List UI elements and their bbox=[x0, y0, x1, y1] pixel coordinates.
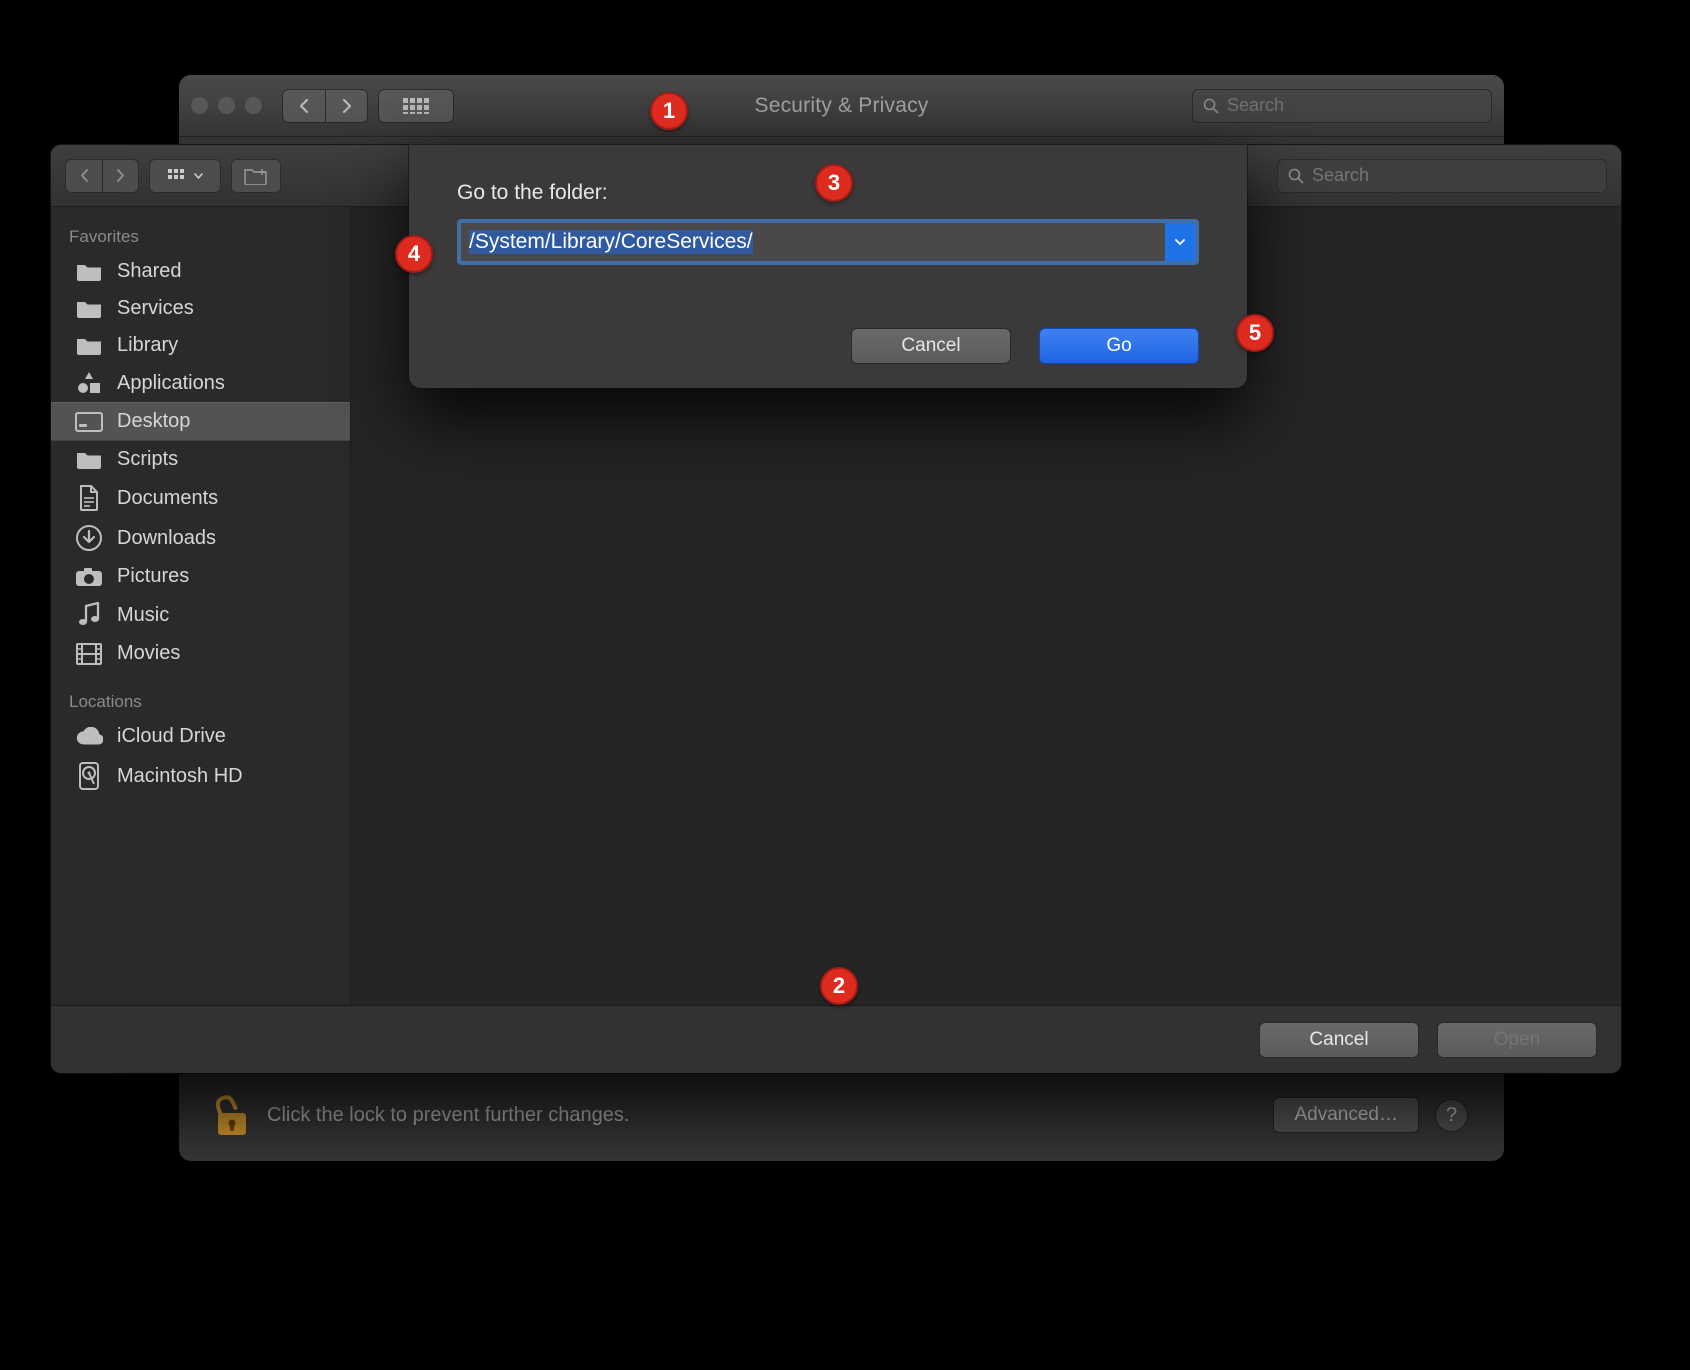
minimize-window-icon[interactable] bbox=[218, 97, 235, 114]
finder-nav-back-forward[interactable] bbox=[65, 159, 139, 193]
film-icon bbox=[75, 643, 103, 665]
music-icon bbox=[75, 602, 103, 628]
sidebar-item-label: Documents bbox=[117, 487, 218, 510]
new-folder-button[interactable] bbox=[231, 159, 281, 193]
nav-forward-button[interactable] bbox=[325, 90, 367, 122]
grid-icon bbox=[402, 97, 430, 115]
chevron-down-icon bbox=[194, 172, 203, 180]
view-mode-button[interactable] bbox=[149, 159, 221, 193]
search-icon bbox=[1288, 168, 1304, 184]
advanced-button[interactable]: Advanced… bbox=[1273, 1097, 1419, 1133]
finder-search-field[interactable] bbox=[1277, 159, 1607, 193]
finder-search-input[interactable] bbox=[1312, 165, 1596, 186]
new-folder-icon bbox=[244, 167, 268, 185]
go-to-folder-history-button[interactable] bbox=[1165, 223, 1195, 261]
nav-back-button[interactable] bbox=[283, 90, 325, 122]
finder-footer: Cancel Open bbox=[51, 1005, 1621, 1073]
annotation-badge-4: 4 bbox=[395, 235, 433, 273]
folder-icon bbox=[75, 299, 103, 319]
sidebar-item-documents[interactable]: Documents bbox=[51, 478, 350, 518]
sidebar-item-applications[interactable]: Applications bbox=[51, 364, 350, 402]
doc-icon bbox=[75, 485, 103, 511]
close-window-icon[interactable] bbox=[191, 97, 208, 114]
search-input[interactable] bbox=[1227, 95, 1481, 116]
go-to-folder-go-button[interactable]: Go bbox=[1039, 328, 1199, 364]
chevron-left-icon bbox=[298, 98, 310, 114]
annotation-badge-3: 3 bbox=[815, 164, 853, 202]
sidebar-item-scripts[interactable]: Scripts bbox=[51, 441, 350, 478]
security-privacy-footer: Click the lock to prevent further change… bbox=[179, 1069, 1504, 1161]
folder-icon bbox=[75, 450, 103, 470]
finder-open-button[interactable]: Open bbox=[1437, 1022, 1597, 1058]
hdd-icon bbox=[75, 762, 103, 790]
lock-caption: Click the lock to prevent further change… bbox=[267, 1104, 629, 1127]
apps-icon bbox=[75, 371, 103, 395]
chevron-right-icon bbox=[115, 168, 126, 183]
finder-forward-button[interactable] bbox=[102, 160, 138, 192]
sidebar-item-services[interactable]: Services bbox=[51, 290, 350, 327]
finder-cancel-button[interactable]: Cancel bbox=[1259, 1022, 1419, 1058]
finder-sidebar: Favorites Shared Services Library Applicati… bbox=[51, 207, 351, 1005]
sidebar-item-label: Movies bbox=[117, 642, 180, 665]
sidebar-item-label: Downloads bbox=[117, 527, 216, 550]
lock-icon[interactable] bbox=[215, 1093, 249, 1137]
desktop-icon bbox=[75, 412, 103, 432]
camera-icon bbox=[75, 567, 103, 587]
go-to-folder-cancel-button[interactable]: Cancel bbox=[851, 328, 1011, 364]
help-button[interactable]: ? bbox=[1435, 1099, 1468, 1132]
sidebar-item-movies[interactable]: Movies bbox=[51, 635, 350, 672]
search-field[interactable] bbox=[1192, 89, 1492, 123]
show-all-button[interactable] bbox=[378, 89, 454, 123]
sidebar-item-label: iCloud Drive bbox=[117, 725, 226, 748]
sidebar-item-pictures[interactable]: Pictures bbox=[51, 558, 350, 595]
sidebar-item-downloads[interactable]: Downloads bbox=[51, 518, 350, 558]
zoom-window-icon[interactable] bbox=[245, 97, 262, 114]
folder-icon bbox=[75, 262, 103, 282]
sidebar-item-label: Desktop bbox=[117, 410, 190, 433]
sidebar-item-label: Library bbox=[117, 334, 178, 357]
sidebar-item-desktop[interactable]: Desktop bbox=[51, 402, 350, 441]
sidebar-section-locations: Locations bbox=[51, 684, 350, 718]
sidebar-item-shared[interactable]: Shared bbox=[51, 253, 350, 290]
annotation-badge-5: 5 bbox=[1236, 314, 1274, 352]
security-privacy-titlebar: Security & Privacy bbox=[179, 75, 1504, 137]
sidebar-item-label: Music bbox=[117, 604, 169, 627]
nav-back-forward[interactable] bbox=[282, 89, 368, 123]
chevron-right-icon bbox=[341, 98, 353, 114]
sidebar-item-label: Services bbox=[117, 297, 194, 320]
go-to-folder-field-wrap[interactable] bbox=[457, 219, 1199, 265]
sidebar-item-label: Applications bbox=[117, 372, 225, 395]
sidebar-item-label: Macintosh HD bbox=[117, 765, 243, 788]
search-icon bbox=[1203, 98, 1219, 114]
finder-back-button[interactable] bbox=[66, 160, 102, 192]
sidebar-location-macintosh-hd[interactable]: Macintosh HD bbox=[51, 755, 350, 797]
window-traffic-lights[interactable] bbox=[191, 97, 262, 114]
cloud-icon bbox=[75, 727, 103, 747]
chevron-down-icon bbox=[1174, 237, 1186, 247]
sidebar-location-icloud-drive[interactable]: iCloud Drive bbox=[51, 718, 350, 755]
annotation-badge-2: 2 bbox=[820, 967, 858, 1005]
folder-icon bbox=[75, 336, 103, 356]
sidebar-item-label: Shared bbox=[117, 260, 182, 283]
sidebar-item-label: Pictures bbox=[117, 565, 189, 588]
icon-view-icon bbox=[168, 169, 188, 183]
download-icon bbox=[75, 525, 103, 551]
sidebar-item-music[interactable]: Music bbox=[51, 595, 350, 635]
chevron-left-icon bbox=[79, 168, 90, 183]
sidebar-item-library[interactable]: Library bbox=[51, 327, 350, 364]
sidebar-section-favorites: Favorites bbox=[51, 219, 350, 253]
sidebar-item-label: Scripts bbox=[117, 448, 178, 471]
annotation-badge-1: 1 bbox=[650, 92, 688, 130]
go-to-folder-input[interactable] bbox=[461, 223, 1195, 261]
